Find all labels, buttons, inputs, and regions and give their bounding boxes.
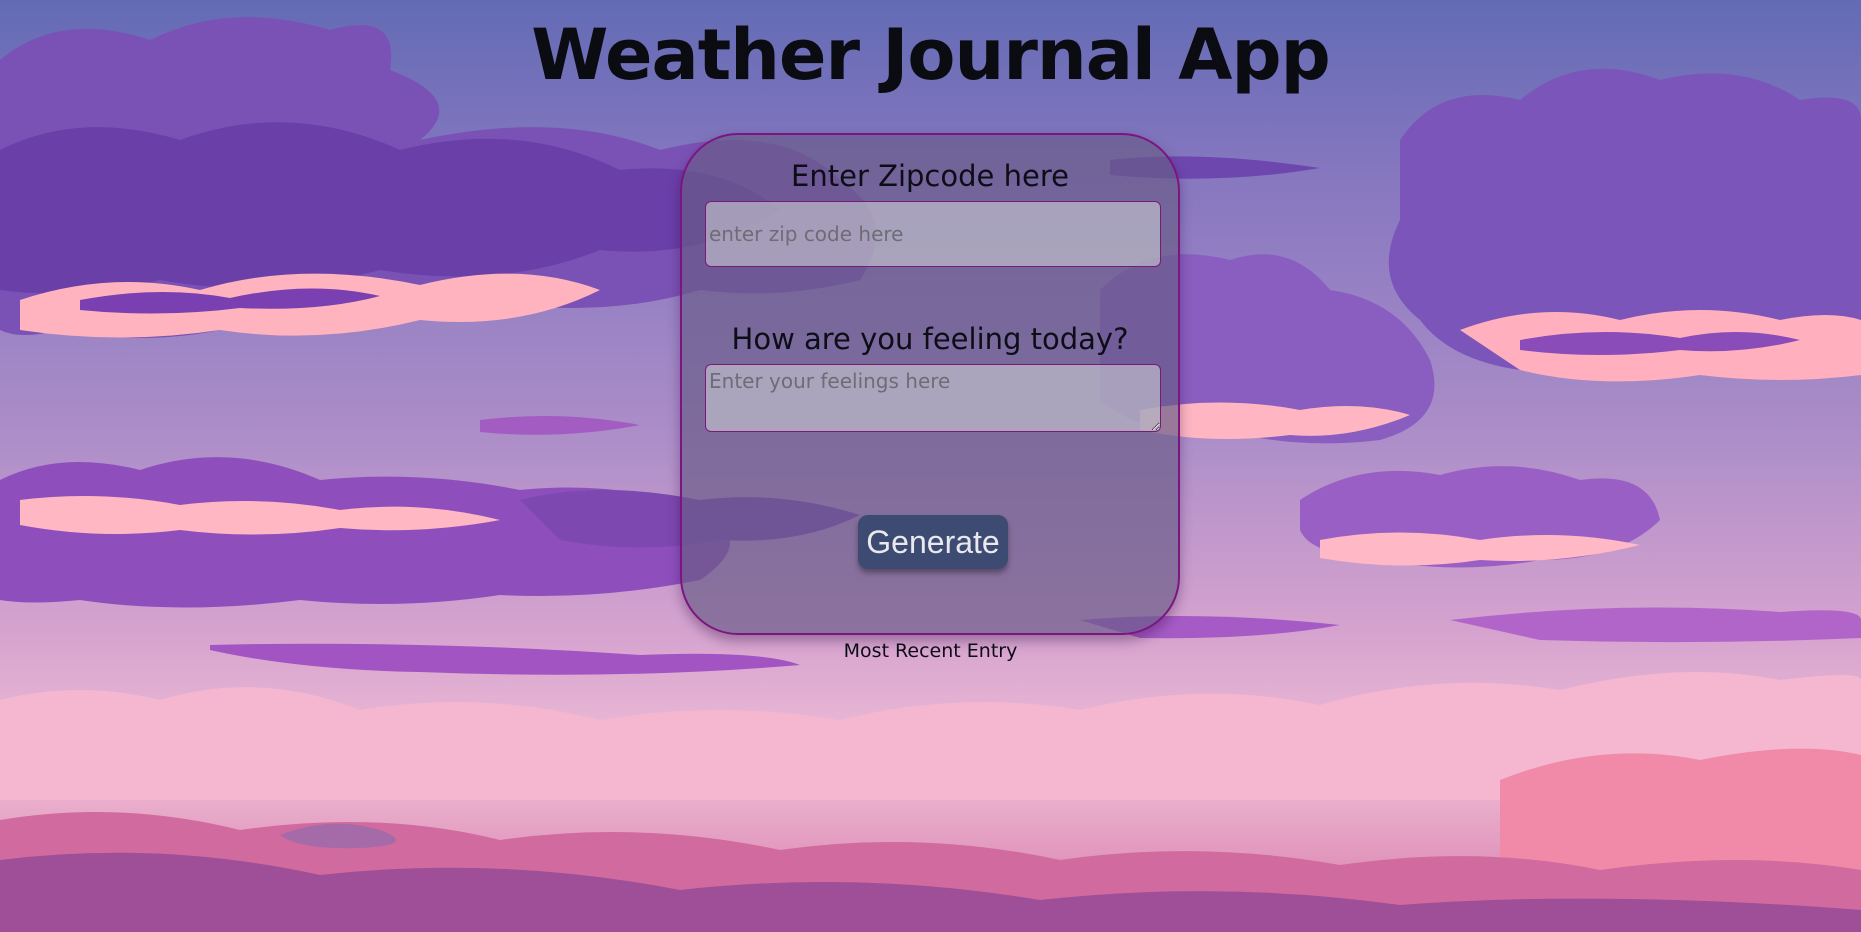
most-recent-entry-heading: Most Recent Entry (843, 640, 1018, 662)
journal-form-card: Enter Zipcode here How are you feeling t… (680, 133, 1180, 635)
page-title: Weather Journal App (531, 14, 1330, 96)
cloud-cluster-right-middle (1300, 466, 1660, 568)
feelings-label: How are you feeling today? (731, 322, 1129, 356)
zipcode-label: Enter Zipcode here (791, 159, 1069, 193)
generate-button[interactable]: Generate (858, 515, 1008, 569)
zipcode-input[interactable] (705, 201, 1161, 267)
cloud-cluster-bottom (0, 672, 1861, 932)
feelings-textarea[interactable] (705, 364, 1161, 432)
cloud-cluster-upper-right (1388, 68, 1861, 382)
